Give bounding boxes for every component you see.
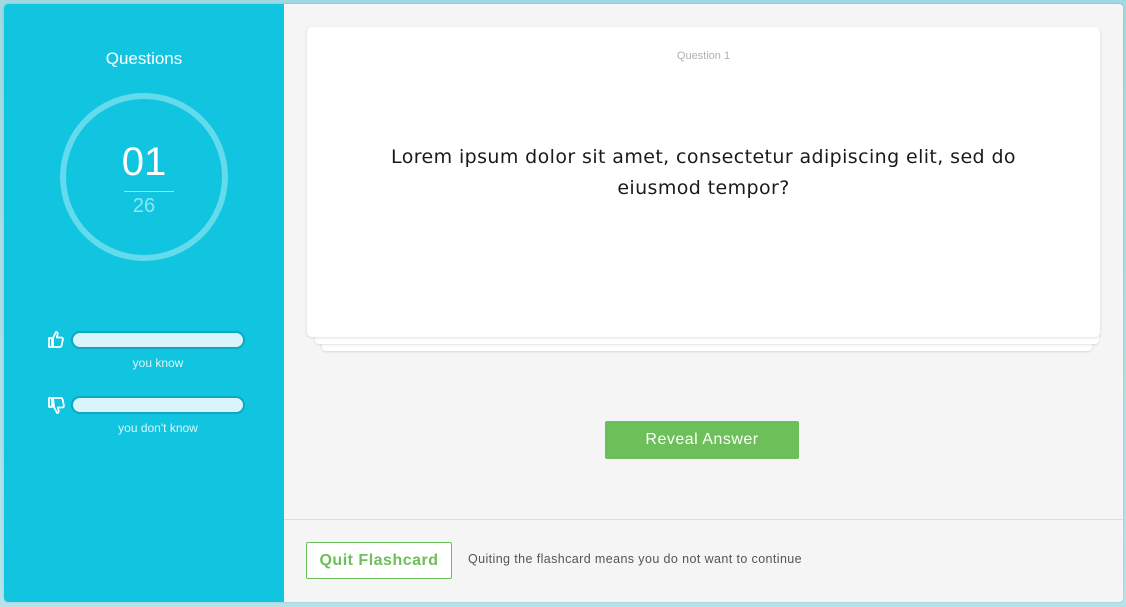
flashcard-app: Questions 01 26 you know you don't know … (4, 4, 1123, 602)
progress-divider (124, 191, 174, 192)
footer-divider (284, 519, 1123, 520)
sidebar: Questions 01 26 you know you don't know (4, 4, 284, 602)
total-questions: 26 (132, 195, 156, 217)
known-progress-bar (71, 331, 245, 349)
main-panel: Question 1 Lorem ipsum dolor sit amet, c… (284, 4, 1123, 602)
quit-note: Quiting the flashcard means you do not w… (468, 552, 802, 566)
current-question-number: 01 (121, 140, 167, 184)
question-number-label: Question 1 (676, 50, 731, 62)
reveal-answer-button[interactable]: Reveal Answer (605, 421, 799, 459)
known-label: you know (132, 356, 184, 370)
unknown-progress-bar (71, 396, 245, 414)
quit-flashcard-button[interactable]: Quit Flashcard (306, 542, 452, 579)
flashcard[interactable]: Question 1 Lorem ipsum dolor sit amet, c… (307, 27, 1100, 337)
thumbs-down-icon (46, 395, 66, 415)
sidebar-title: Questions (105, 49, 183, 68)
thumbs-up-icon (46, 330, 66, 350)
unknown-label: you don't know (118, 421, 198, 435)
question-text: Lorem ipsum dolor sit amet, consectetur … (391, 146, 1016, 199)
progress-ring: 01 26 (60, 93, 228, 261)
